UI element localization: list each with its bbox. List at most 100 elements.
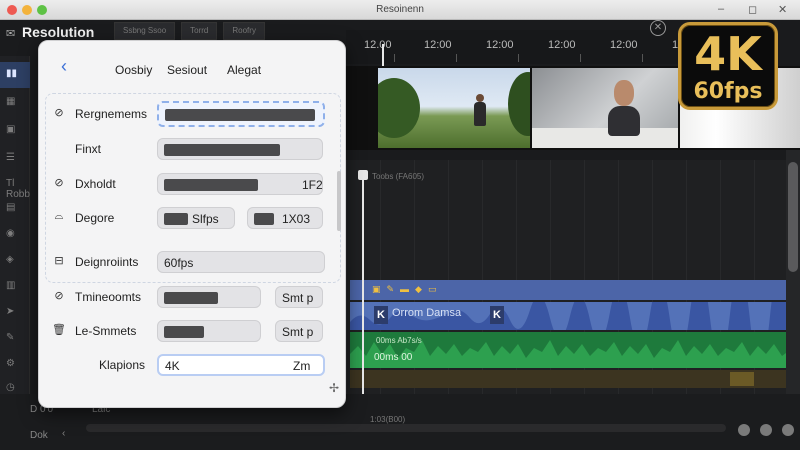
setting-row: Klapions 4K Zm [51, 354, 341, 376]
setting-label: Deignroiints [75, 255, 139, 269]
scrollbar-thumb[interactable] [788, 162, 798, 272]
tab-1[interactable]: Ssbng Ssoo [114, 22, 176, 40]
box-icon: ⊟ [54, 255, 64, 267]
setting-field-3[interactable]: 1F2 [157, 173, 323, 195]
person-head [614, 80, 634, 106]
bottom-label-2: Dok [30, 430, 48, 441]
effect-segment[interactable] [730, 372, 754, 386]
pen-icon: ✎ [6, 332, 15, 343]
setting-field-7a[interactable] [157, 320, 261, 342]
person-body [608, 106, 640, 136]
clip-k-marker[interactable]: K [374, 306, 388, 324]
ruler-label: 12:00 [548, 39, 576, 51]
setting-row: Finxt [51, 138, 341, 160]
bars-icon: ▮▮ [6, 68, 18, 79]
rail-item-9[interactable]: ➤ [0, 300, 30, 326]
video-frame-outdoor [378, 68, 530, 148]
ruler-tick [456, 54, 457, 62]
slash-circle-icon: ⊘ [54, 290, 64, 302]
mail-icon[interactable]: ✉ [6, 27, 15, 40]
panel-scrollbar[interactable] [337, 171, 341, 231]
rail-item-8[interactable]: ▥ [0, 274, 30, 300]
resolution-badge: 4K 60fps [678, 22, 778, 110]
rail-item-4[interactable]: ☰ [0, 146, 30, 172]
rail-item-tl[interactable]: Tl Robb [0, 172, 30, 200]
doc-icon: ▤ [6, 202, 16, 213]
rail-item-11[interactable]: ⚙ [0, 352, 30, 378]
clock-icon: ◷ [6, 382, 15, 393]
row-icon [51, 141, 67, 157]
tab-2[interactable]: Torrd [181, 22, 218, 40]
setting-field-6a[interactable] [157, 286, 261, 308]
setting-field-7b[interactable]: Smt p [275, 320, 323, 342]
add-icon[interactable] [738, 424, 750, 436]
ruler-label: 12:00 [610, 39, 638, 51]
field-value-bar [165, 109, 315, 121]
badge-fps-text: 60fps [693, 79, 763, 104]
rail-item-6[interactable]: ◉ [0, 222, 30, 248]
field-value: Smt p [282, 291, 314, 305]
bottom-time: 1:03(B00) [370, 415, 406, 424]
resize-grip-icon[interactable]: ✢ [329, 381, 339, 395]
clip-k-marker[interactable]: K [490, 306, 504, 324]
field-value: 1F2 [302, 178, 323, 192]
setting-field-6b[interactable]: Smt p [275, 286, 323, 308]
restore-icon[interactable]: ◻ [748, 3, 757, 16]
app-title: Resolution [22, 24, 95, 40]
field-value: 4K [165, 359, 180, 373]
close-icon[interactable]: ✕ [778, 3, 787, 16]
panel-tab-2[interactable]: Sesiout [167, 63, 207, 77]
setting-row: ⊘ Rergnemems [51, 101, 341, 127]
clip-icons: ▣✎▬◆▭ [372, 284, 443, 294]
rail-item-2[interactable]: ▦ [0, 90, 30, 116]
panel-header: ‹ Oosbiy Sesiout Alegat [39, 41, 345, 91]
field-value-bar [164, 144, 280, 156]
setting-label: Le-Smmets [75, 324, 137, 338]
effect-track[interactable] [350, 370, 790, 388]
setting-field-4b[interactable]: 1X03 [247, 207, 323, 229]
rail-item-5[interactable]: ▤ [0, 196, 30, 222]
back-chevron-icon[interactable]: ‹ [61, 57, 67, 75]
export-settings-panel: ‹ Oosbiy Sesiout Alegat ⊘ Rergnemems Fin… [38, 40, 346, 408]
setting-field-1[interactable] [157, 101, 325, 127]
setting-field-5[interactable]: 60fps [157, 251, 325, 273]
setting-field-2[interactable] [157, 138, 323, 160]
eye-icon: ◉ [6, 228, 15, 239]
rail-item-7[interactable]: ◈ [0, 248, 30, 274]
rail-item-10[interactable]: ✎ [0, 326, 30, 352]
rail-item-ss[interactable]: ▮▮ [0, 62, 30, 88]
settings-icon[interactable] [782, 424, 794, 436]
settings-icon: ⚙ [6, 358, 15, 369]
ruler-label: 12:00 [424, 39, 452, 51]
setting-field-8[interactable]: 4K Zm [157, 354, 325, 376]
setting-label: Finxt [75, 142, 102, 156]
ruler-tick [580, 54, 581, 62]
panel-tab-1[interactable]: Oosbiy [115, 63, 152, 77]
row-icon [51, 357, 67, 373]
close-circle-icon[interactable]: ✕ [650, 20, 666, 36]
setting-field-4a[interactable]: Slfps [157, 207, 235, 229]
arrow-icon: ➤ [6, 306, 15, 317]
trash-icon: 🗑 [52, 324, 66, 336]
playhead-line[interactable] [362, 170, 364, 424]
setting-row: ⌓ Degore Slfps 1X03 [51, 207, 341, 229]
minimize-icon[interactable]: – [718, 3, 724, 15]
panel-tab-3[interactable]: Alegat [227, 63, 261, 77]
desk-shape [532, 128, 678, 148]
rail-item-3[interactable]: ▣ [0, 118, 30, 144]
setting-label: Degore [75, 211, 115, 225]
playhead-handle[interactable] [358, 170, 368, 180]
chevron-left-icon[interactable]: ‹ [62, 428, 65, 439]
timeline-vertical-scrollbar[interactable] [786, 150, 800, 430]
field-value-bar [164, 213, 188, 225]
grid-icon: ▦ [6, 96, 16, 107]
setting-row: ⊘ Dxholdt 1F2 [51, 173, 341, 195]
video-frame-interview [532, 68, 678, 148]
tab-3[interactable]: Roofry [223, 22, 265, 40]
field-value-bar [254, 213, 274, 225]
music-label: 00ms 00 [374, 352, 413, 363]
music-sub-label: 00ms Ab7s/s [376, 336, 422, 345]
layers-icon: ▥ [6, 280, 16, 291]
zoom-icon[interactable] [760, 424, 772, 436]
horizontal-scrollbar[interactable] [86, 424, 726, 432]
